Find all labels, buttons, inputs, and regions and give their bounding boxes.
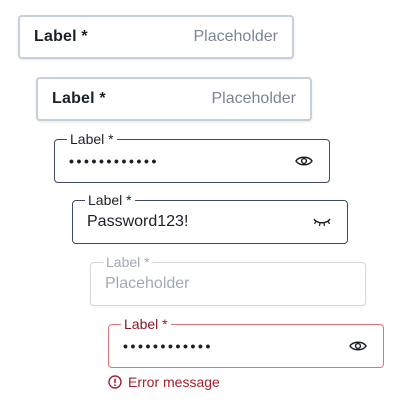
floating-label: Label * — [121, 315, 171, 333]
error-circle-icon — [108, 375, 122, 389]
eye-icon[interactable] — [293, 150, 315, 172]
password-value: •••••••••••• — [123, 338, 214, 354]
inline-label-field-2[interactable]: Label * Placeholder — [36, 77, 312, 121]
error-message-row: Error message — [108, 374, 220, 390]
password-value: •••••••••••• — [69, 153, 160, 169]
eye-closed-icon[interactable] — [311, 211, 333, 233]
password-field-hidden[interactable]: Label * •••••••••••• — [54, 130, 330, 183]
field-label: Label * — [34, 28, 88, 45]
field-label: Label * — [52, 90, 106, 107]
floating-label: Label * — [103, 253, 153, 271]
inline-label-field-1[interactable]: Label * Placeholder — [18, 15, 294, 59]
field-placeholder: Placeholder — [105, 275, 190, 292]
password-field-visible[interactable]: Label * Password123! — [72, 191, 348, 244]
error-message: Error message — [128, 374, 220, 390]
disabled-field: Label * Placeholder — [90, 253, 366, 306]
floating-label: Label * — [85, 191, 135, 209]
eye-icon[interactable] — [347, 335, 369, 357]
floating-label: Label * — [67, 130, 117, 148]
password-field-error[interactable]: Label * •••••••••••• — [108, 315, 384, 368]
field-placeholder: Placeholder — [193, 28, 279, 45]
field-placeholder: Placeholder — [211, 90, 297, 107]
password-value: Password123! — [87, 213, 189, 230]
